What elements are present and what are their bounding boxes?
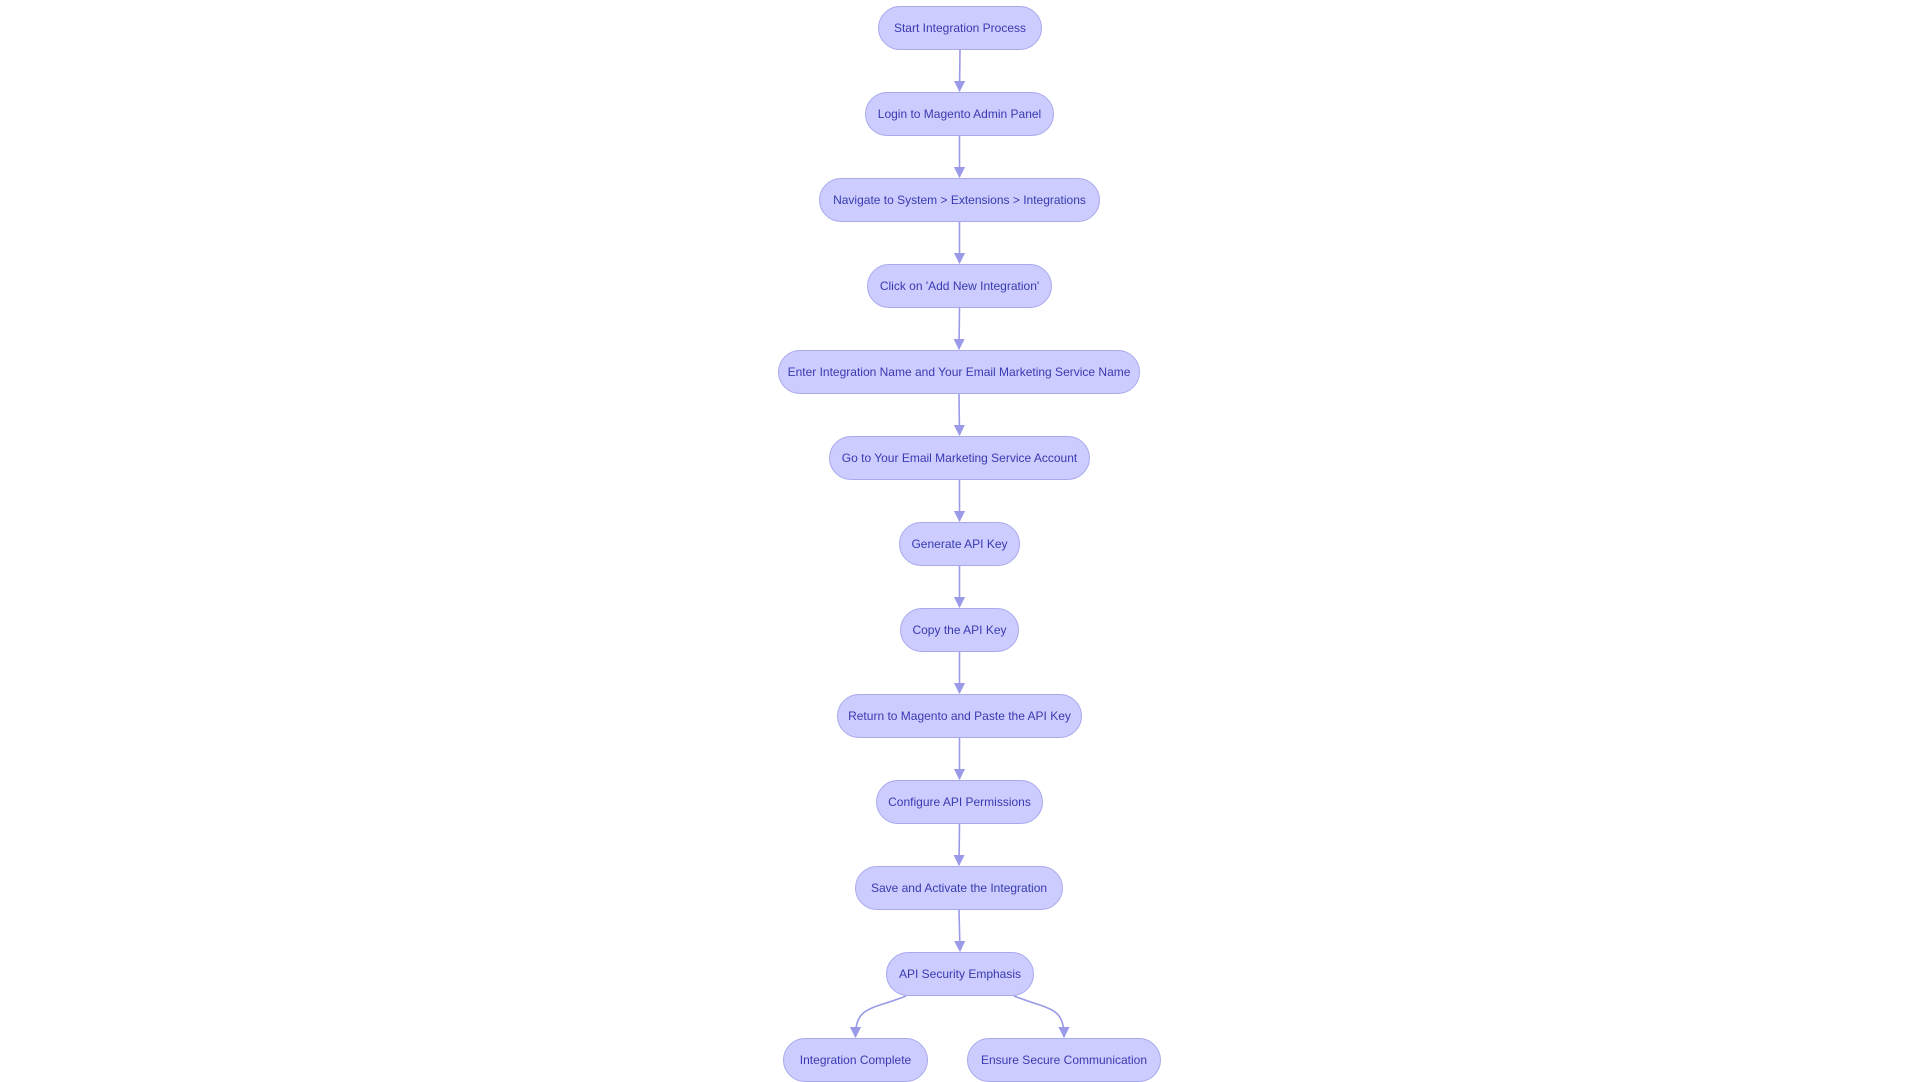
- edge-configure-to-save: [953, 823, 965, 867]
- edge-security-to-secure: [1013, 995, 1070, 1039]
- node-paste-api-key: Return to Magento and Paste the API Key: [837, 694, 1082, 738]
- node-go-to-account: Go to Your Email Marketing Service Accou…: [829, 436, 1090, 480]
- edge-start-to-login: [954, 49, 966, 93]
- node-save-activate: Save and Activate the Integration: [855, 866, 1063, 910]
- edge-save-to-security: [954, 909, 966, 953]
- node-secure-communication: Ensure Secure Communication: [967, 1038, 1161, 1082]
- node-configure-permissions: Configure API Permissions: [876, 780, 1043, 824]
- node-navigate: Navigate to System > Extensions > Integr…: [819, 178, 1100, 222]
- edge-enter-to-goto: [953, 393, 965, 437]
- node-api-security: API Security Emphasis: [886, 952, 1034, 996]
- node-add-new-integration: Click on 'Add New Integration': [867, 264, 1052, 308]
- node-copy-api-key: Copy the API Key: [900, 608, 1019, 652]
- edge-add-to-enter: [953, 307, 965, 351]
- node-integration-complete: Integration Complete: [783, 1038, 928, 1082]
- edge-security-to-complete: [849, 995, 907, 1039]
- node-enter-name: Enter Integration Name and Your Email Ma…: [778, 350, 1140, 394]
- node-generate-api-key: Generate API Key: [899, 522, 1020, 566]
- node-start: Start Integration Process: [878, 6, 1042, 50]
- node-login: Login to Magento Admin Panel: [865, 92, 1054, 136]
